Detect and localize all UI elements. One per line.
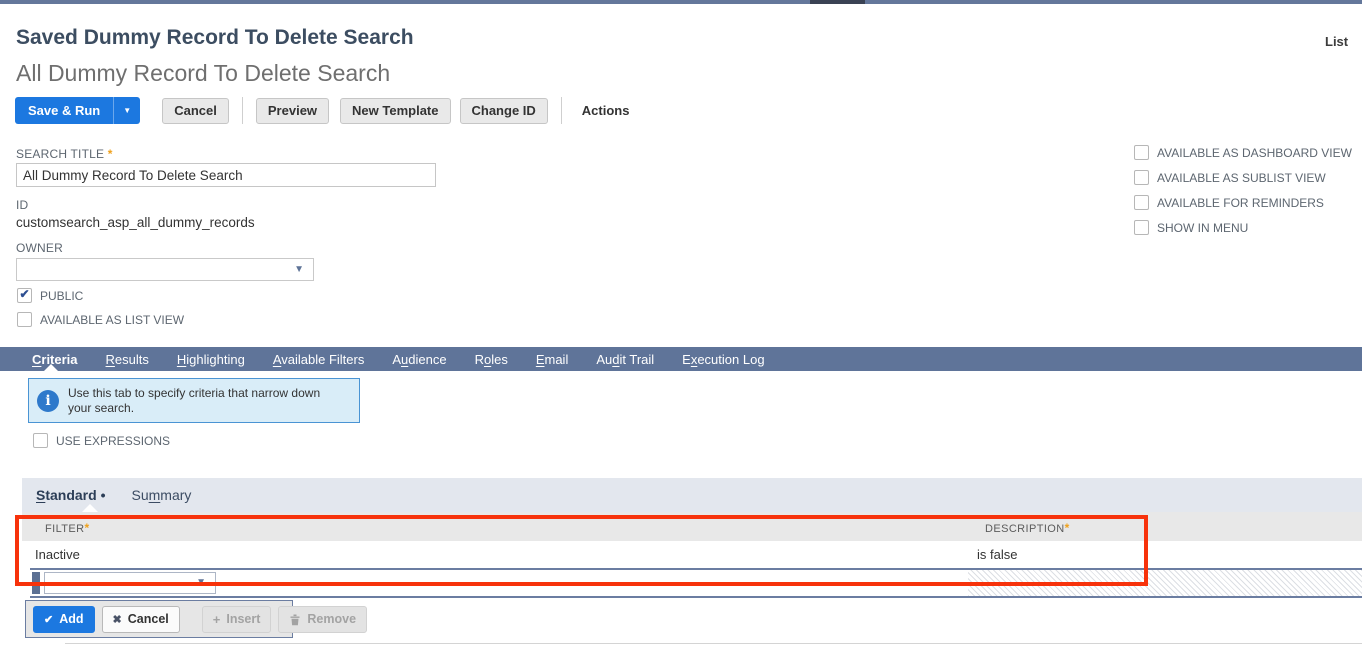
description-cell: is false	[977, 547, 1018, 562]
toolbar-separator	[560, 97, 562, 124]
owner-select[interactable]: ▼	[16, 258, 314, 281]
public-label: PUBLIC	[40, 288, 84, 303]
row-drag-handle[interactable]	[32, 572, 40, 594]
page-title: Saved Dummy Record To Delete Search	[16, 26, 414, 49]
table-edit-row: ▼	[30, 568, 1362, 598]
insert-button[interactable]: + Insert	[201, 605, 272, 633]
available-as-sublist-view-checkbox[interactable]: ✔	[1134, 170, 1149, 185]
subtab-summary[interactable]: Summary	[131, 487, 191, 503]
subtab-bullet: •	[100, 487, 106, 503]
toolbar-separator	[241, 97, 243, 124]
option-row: ✔ AVAILABLE FOR REMINDERS	[1134, 190, 1352, 215]
display-options: ✔ AVAILABLE AS DASHBOARD VIEW ✔ AVAILABL…	[1134, 140, 1352, 240]
cancel-row-button[interactable]: ✖ Cancel	[101, 605, 180, 633]
save-and-run-button[interactable]: Save & Run	[15, 97, 113, 124]
info-text: Use this tab to specify criteria that na…	[68, 385, 321, 415]
toolbar: Save & Run ▼ Cancel Preview New Template…	[15, 97, 629, 124]
search-title-label: SEARCH TITLE *	[16, 147, 113, 161]
filter-cell: Inactive	[35, 547, 80, 562]
id-label: ID	[16, 198, 29, 212]
chevron-down-icon: ▼	[196, 577, 206, 588]
criteria-subtab-bar: Standard • Summary	[22, 478, 1362, 512]
cancel-button[interactable]: Cancel	[162, 97, 229, 124]
tab-audit-trail[interactable]: Audit Trail	[596, 352, 654, 367]
add-button[interactable]: ✔ Add	[33, 605, 95, 633]
record-title: All Dummy Record To Delete Search	[16, 60, 391, 86]
required-asterisk: *	[1064, 521, 1070, 535]
required-asterisk: *	[84, 521, 90, 535]
readonly-description-cell	[968, 570, 1362, 596]
info-box: i Use this tab to specify criteria that …	[28, 378, 360, 423]
preview-button[interactable]: Preview	[255, 97, 330, 124]
description-column-header: DESCRIPTION*	[985, 521, 1070, 535]
use-expressions-row: ✔ USE EXPRESSIONS	[33, 433, 170, 448]
table-row[interactable]: Inactive is false	[22, 541, 1362, 568]
tab-roles[interactable]: Roles	[475, 352, 508, 367]
required-asterisk: *	[107, 147, 113, 161]
filters-table-header: FILTER* DESCRIPTION*	[22, 512, 1362, 541]
top-bar-dark-segment	[810, 0, 865, 4]
row-action-panel: ✔ Add ✖ Cancel + Insert Remove	[25, 600, 368, 638]
option-row: ✔ AVAILABLE AS SUBLIST VIEW	[1134, 165, 1352, 190]
available-as-list-view-row: ✔ AVAILABLE AS LIST VIEW	[17, 312, 184, 327]
record-tab-bar: Criteria Results Highlighting Available …	[0, 347, 1362, 371]
use-expressions-label: USE EXPRESSIONS	[56, 433, 171, 448]
id-value: customsearch_asp_all_dummy_records	[16, 215, 255, 230]
tab-results[interactable]: Results	[106, 352, 149, 367]
option-label: AVAILABLE AS SUBLIST VIEW	[1157, 170, 1326, 185]
check-icon: ✔	[19, 287, 30, 301]
option-row: ✔ AVAILABLE AS DASHBOARD VIEW	[1134, 140, 1352, 165]
tab-email[interactable]: Email	[536, 352, 569, 367]
check-icon: ✔	[44, 613, 54, 626]
available-as-list-view-checkbox[interactable]: ✔	[17, 312, 32, 327]
tab-available-filters[interactable]: Available Filters	[273, 352, 365, 367]
tab-highlighting[interactable]: Highlighting	[177, 352, 245, 367]
show-in-menu-checkbox[interactable]: ✔	[1134, 220, 1149, 235]
active-tab-notch	[44, 364, 58, 371]
actions-menu[interactable]: Actions	[582, 103, 630, 118]
chevron-down-icon: ▼	[294, 263, 304, 275]
filter-column-header: FILTER*	[45, 521, 90, 535]
option-label: AVAILABLE AS DASHBOARD VIEW	[1157, 145, 1352, 160]
change-id-button[interactable]: Change ID	[459, 97, 548, 124]
top-bar	[0, 0, 1362, 4]
public-row: ✔ PUBLIC	[17, 287, 84, 303]
save-options-dropdown-button[interactable]: ▼	[113, 97, 140, 124]
new-template-button[interactable]: New Template	[340, 97, 451, 124]
available-as-list-view-label: AVAILABLE AS LIST VIEW	[40, 312, 185, 327]
content-divider	[65, 643, 1362, 644]
chevron-down-icon: ▼	[123, 106, 132, 115]
search-title-input[interactable]	[16, 163, 436, 187]
subtab-standard[interactable]: Standard •	[36, 487, 105, 503]
active-subtab-notch	[82, 504, 98, 512]
plus-icon: +	[212, 611, 221, 627]
option-row: ✔ SHOW IN MENU	[1134, 215, 1352, 240]
saved-search-page: Saved Dummy Record To Delete Search List…	[0, 0, 1362, 665]
filter-field-select[interactable]: ▼	[44, 572, 216, 594]
available-for-reminders-checkbox[interactable]: ✔	[1134, 195, 1149, 210]
x-icon: ✖	[112, 613, 122, 626]
available-as-dashboard-view-checkbox[interactable]: ✔	[1134, 145, 1149, 160]
tab-audience[interactable]: Audience	[392, 352, 446, 367]
public-checkbox[interactable]: ✔	[17, 287, 32, 303]
trash-icon	[289, 613, 301, 626]
save-and-run-split-button: Save & Run ▼	[15, 97, 141, 124]
option-label: SHOW IN MENU	[1157, 220, 1249, 235]
list-link[interactable]: List	[1325, 34, 1348, 49]
info-icon: i	[37, 389, 59, 412]
owner-label: OWNER	[16, 241, 63, 255]
option-label: AVAILABLE FOR REMINDERS	[1157, 195, 1324, 210]
use-expressions-checkbox[interactable]: ✔	[33, 433, 48, 448]
remove-button[interactable]: Remove	[278, 605, 368, 633]
tab-execution-log[interactable]: Execution Log	[682, 352, 764, 367]
